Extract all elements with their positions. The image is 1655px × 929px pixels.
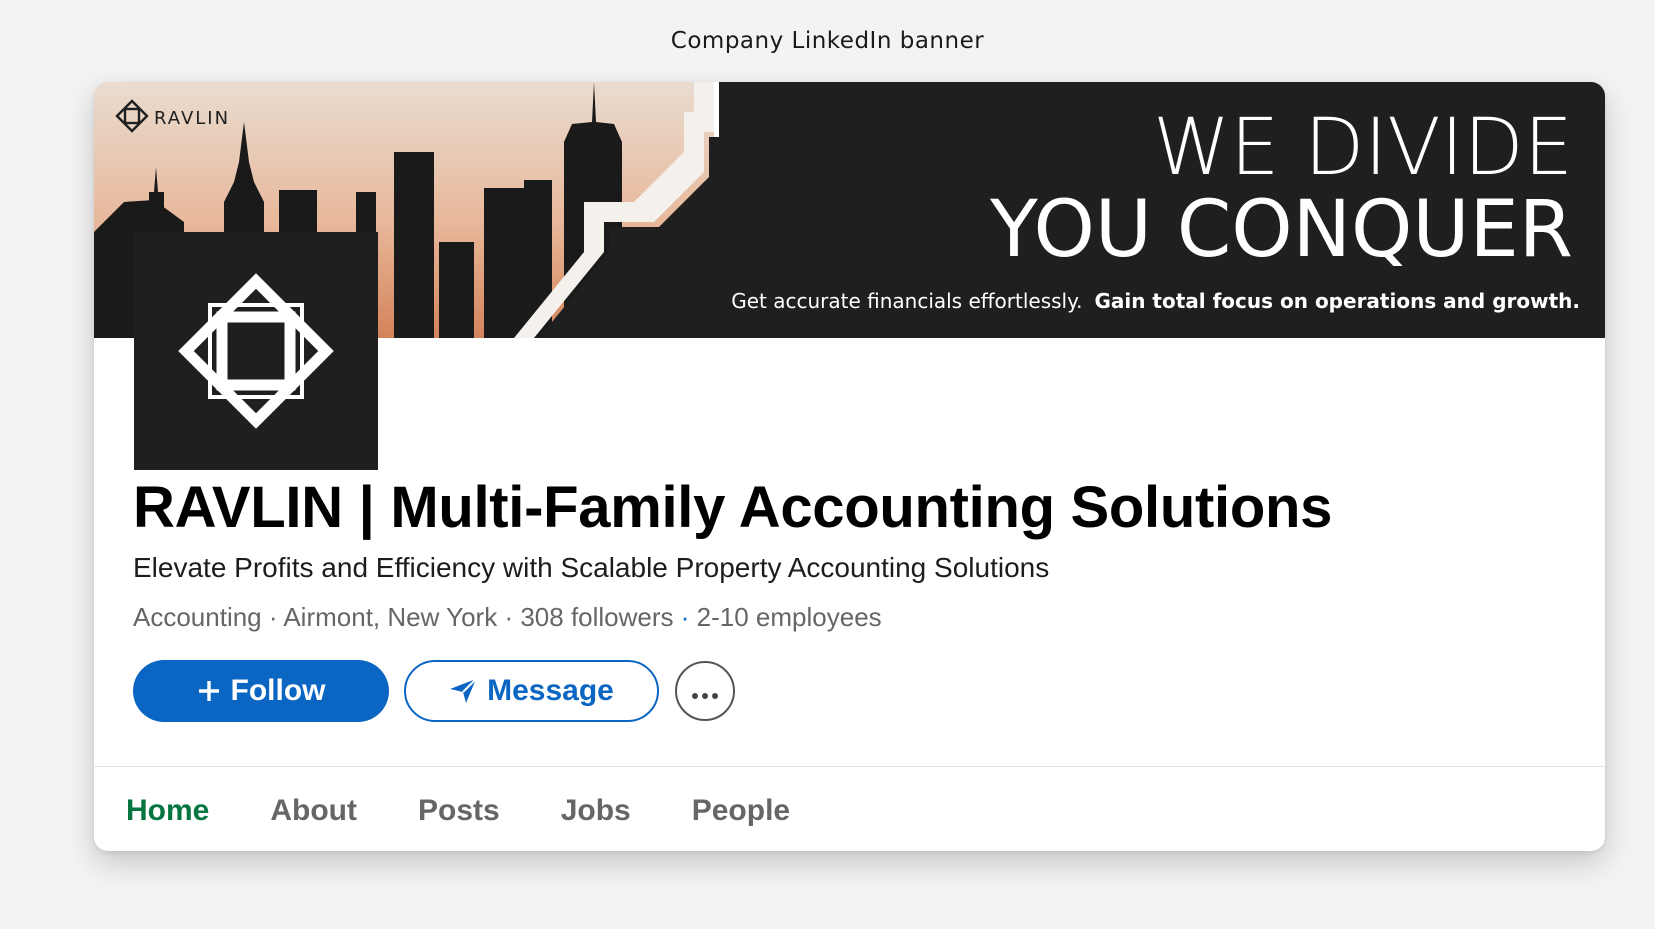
- divider: [94, 766, 1605, 767]
- banner-subline-right: Gain total focus on operations and growt…: [1094, 289, 1580, 313]
- page-caption: Company LinkedIn banner: [670, 28, 985, 54]
- company-name: RAVLIN | Multi-Family Accounting Solutio…: [133, 475, 1333, 540]
- employees-count[interactable]: 2-10 employees: [697, 602, 882, 632]
- banner-headline-1: WE DIVIDE: [1153, 103, 1573, 193]
- more-options-button[interactable]: [675, 661, 735, 721]
- separator-dot: ·: [680, 602, 697, 632]
- message-label: Message: [487, 674, 614, 707]
- tab-posts[interactable]: Posts: [418, 794, 500, 828]
- banner-brand-text: RAVLIN: [154, 108, 230, 129]
- plus-icon: [197, 679, 221, 703]
- industry: Accounting: [133, 602, 262, 632]
- company-logo[interactable]: [134, 232, 378, 470]
- banner-subline-left: Get accurate financials effortlessly.: [731, 289, 1082, 313]
- separator-dot: ·: [504, 602, 521, 632]
- message-button[interactable]: Message: [404, 660, 659, 722]
- send-icon: [449, 678, 477, 704]
- tab-about[interactable]: About: [270, 794, 357, 828]
- company-profile-card: RAVLIN WE DIVIDE YOU CONQUER Get accurat…: [94, 82, 1605, 851]
- profile-tabs: Home About Posts Jobs People: [126, 794, 851, 828]
- followers-count[interactable]: 308 followers: [520, 602, 673, 632]
- ravlin-logo-icon: [178, 273, 334, 429]
- tab-people[interactable]: People: [692, 794, 790, 828]
- separator-dot: ·: [268, 602, 284, 632]
- tab-jobs[interactable]: Jobs: [561, 794, 631, 828]
- company-meta: Accounting · Airmont, New York · 308 fol…: [133, 602, 882, 633]
- banner-subline: Get accurate financials effortlessly. Gai…: [731, 289, 1580, 313]
- more-icon: [691, 674, 719, 708]
- banner-headline-2: YOU CONQUER: [989, 185, 1573, 275]
- follow-label: Follow: [230, 674, 326, 707]
- location: Airmont, New York: [283, 602, 498, 632]
- follow-button[interactable]: Follow: [133, 660, 389, 722]
- company-tagline: Elevate Profits and Efficiency with Scal…: [133, 552, 1050, 583]
- tab-home[interactable]: Home: [126, 794, 209, 828]
